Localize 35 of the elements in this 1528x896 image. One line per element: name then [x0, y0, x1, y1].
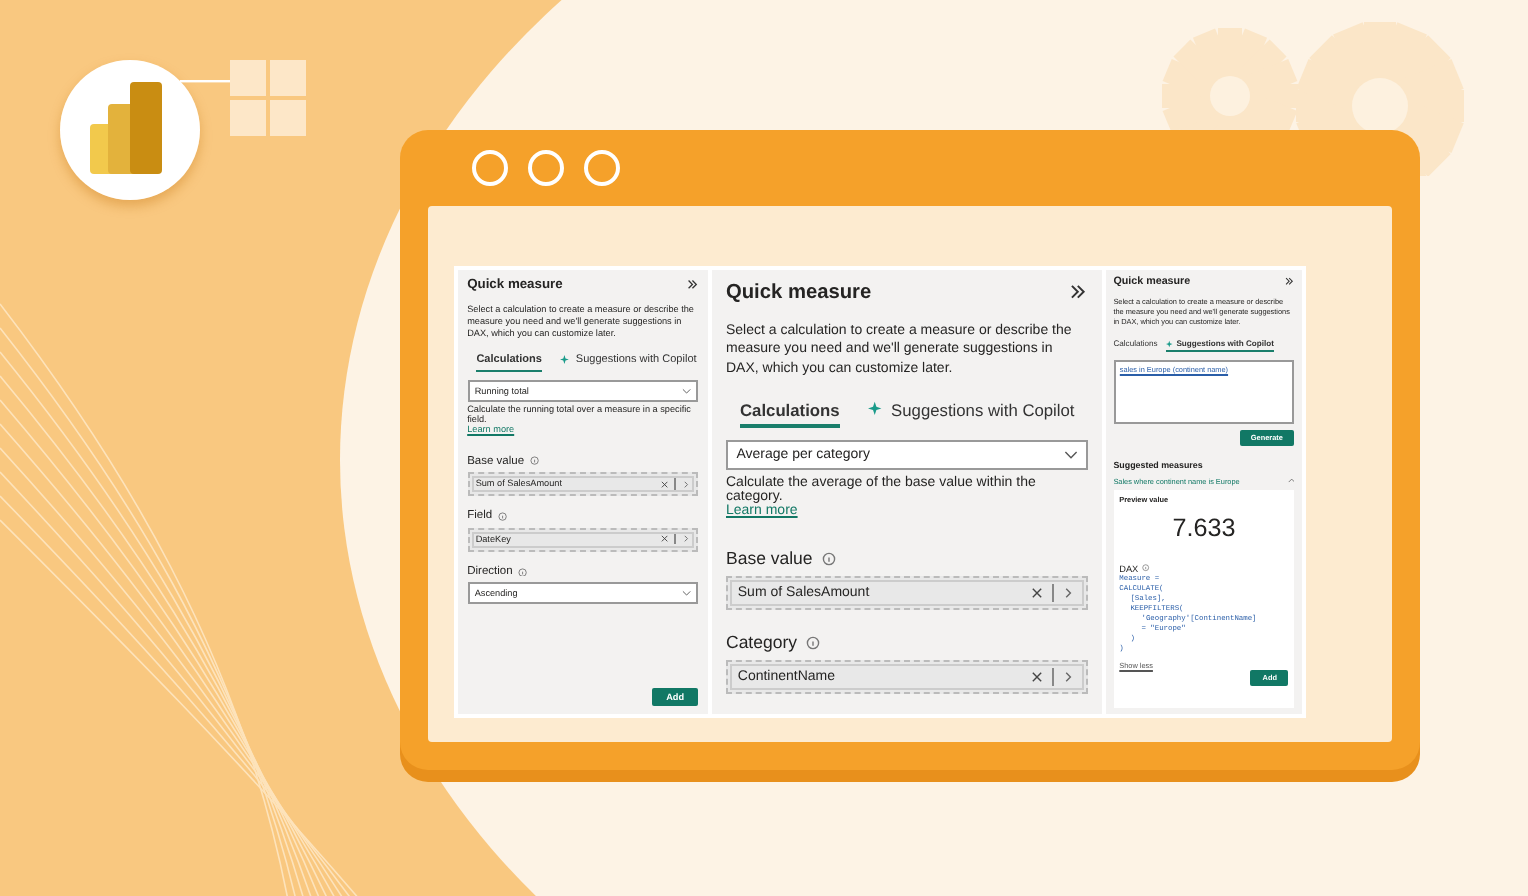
- close-icon[interactable]: [1029, 585, 1044, 600]
- chevron-right-icon[interactable]: [681, 534, 691, 544]
- info-icon: [805, 635, 820, 650]
- chevron-down-icon: [682, 590, 692, 597]
- info-icon: [518, 567, 528, 577]
- close-icon[interactable]: [1029, 669, 1044, 684]
- window-dot-icon: [528, 150, 564, 186]
- field-label: Category: [726, 632, 798, 653]
- collapse-icon[interactable]: [1284, 276, 1295, 288]
- window-dot-icon: [472, 150, 508, 186]
- collapse-icon[interactable]: [1068, 282, 1088, 302]
- chevron-right-icon[interactable]: [1062, 669, 1077, 684]
- info-icon: [1142, 564, 1151, 572]
- chevron-down-icon: [1063, 450, 1078, 461]
- collapse-icon[interactable]: [685, 277, 699, 291]
- panel-title: Quick measure: [726, 281, 872, 304]
- preview-value: 7.633: [1170, 514, 1238, 543]
- info-icon: [821, 551, 836, 566]
- info-icon: [529, 456, 540, 466]
- info-icon: [497, 512, 508, 522]
- close-icon[interactable]: [659, 479, 669, 489]
- window-grid-icon: [230, 60, 306, 136]
- sparkle-icon: [867, 400, 885, 418]
- chevron-down-icon: [682, 387, 692, 394]
- caret-icon[interactable]: [1287, 478, 1295, 484]
- sparkle-icon: [560, 354, 572, 366]
- chevron-right-icon[interactable]: [681, 479, 691, 489]
- sparkle-icon: [1165, 339, 1174, 348]
- chevron-right-icon[interactable]: [1062, 585, 1077, 600]
- close-icon[interactable]: [659, 534, 669, 544]
- window-dot-icon: [584, 150, 620, 186]
- panel-tab[interactable]: Suggestions with Copilot: [867, 394, 1075, 429]
- bar-chart-logo-icon: [60, 60, 200, 200]
- field-label: Base value: [726, 548, 813, 569]
- panel-tab[interactable]: Calculations: [740, 394, 840, 429]
